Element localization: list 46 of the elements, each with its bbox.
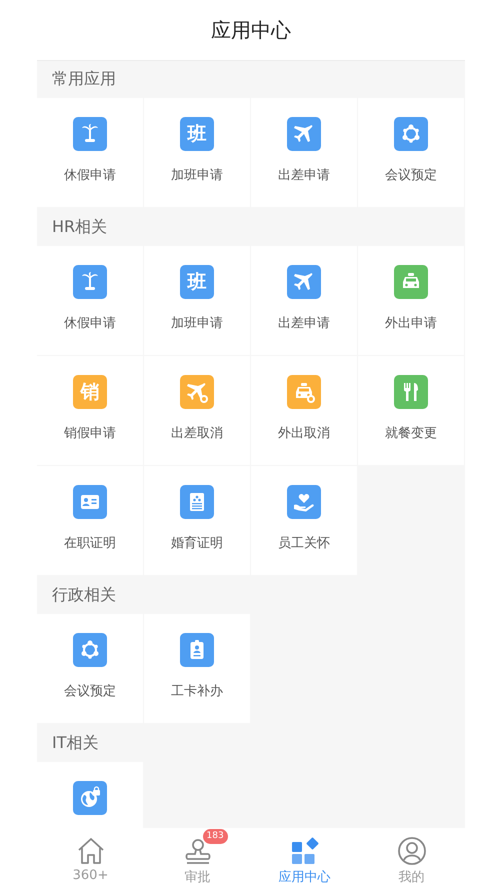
app-tile[interactable]: 出差申请 bbox=[251, 246, 357, 355]
home-icon bbox=[76, 836, 106, 866]
section-header: HR相关 bbox=[51, 216, 108, 238]
glyph-icon: 班 bbox=[180, 265, 214, 299]
app-label: 出差申请 bbox=[278, 315, 330, 332]
app-tile[interactable]: 销 销假申请 bbox=[37, 356, 143, 465]
app-label: 出差申请 bbox=[278, 167, 330, 184]
app-label: 在职证明 bbox=[64, 535, 116, 552]
app-label: 会议预定 bbox=[64, 683, 116, 700]
app-label: 就餐变更 bbox=[385, 425, 437, 442]
app-label: 销假申请 bbox=[64, 425, 116, 442]
app-label: 加班申请 bbox=[171, 315, 223, 332]
app-label: 员工关怀 bbox=[278, 535, 330, 552]
app-label: 会议预定 bbox=[385, 167, 437, 184]
app-tile[interactable]: 婚育证明 bbox=[144, 466, 250, 575]
glyph-icon: 销 bbox=[73, 375, 107, 409]
app-label: 休假申请 bbox=[64, 315, 116, 332]
app-tile[interactable]: 出差取消 bbox=[144, 356, 250, 465]
app-label: 外出申请 bbox=[385, 315, 437, 332]
section-header: IT相关 bbox=[51, 732, 100, 754]
app-tile[interactable]: 班 加班申请 bbox=[144, 98, 250, 207]
app-tile[interactable]: 外出申请 bbox=[358, 246, 464, 355]
count-badge: 183 bbox=[202, 829, 228, 844]
app-tile[interactable]: 会议预定 bbox=[37, 614, 143, 723]
app-label: 出差取消 bbox=[171, 425, 223, 442]
user-icon bbox=[396, 836, 426, 866]
app-label: 加班申请 bbox=[171, 167, 223, 184]
app-label: 工卡补办 bbox=[171, 683, 223, 700]
app-tile[interactable]: 休假申请 bbox=[37, 98, 143, 207]
app-tile[interactable]: 休假申请 bbox=[37, 246, 143, 355]
app-tile[interactable]: 外出取消 bbox=[251, 356, 357, 465]
app-tile[interactable]: 班 加班申请 bbox=[144, 246, 250, 355]
app-label: 婚育证明 bbox=[171, 534, 223, 552]
glyph-icon: 班 bbox=[180, 117, 214, 151]
app-tile[interactable]: 在职证明 bbox=[37, 466, 143, 575]
apps-icon bbox=[290, 836, 320, 866]
app-tile[interactable]: 就餐变更 bbox=[358, 356, 464, 465]
app-label: 休假申请 bbox=[64, 167, 116, 184]
app-tile[interactable]: 会议预定 bbox=[358, 98, 464, 207]
app-label: 外出取消 bbox=[278, 425, 330, 442]
app-tile[interactable]: 工卡补办 bbox=[144, 614, 250, 723]
section-header: 常用应用 bbox=[51, 68, 117, 90]
section-header: 行政相关 bbox=[51, 584, 117, 606]
page-title: 应用中心 bbox=[211, 16, 291, 44]
app-tile[interactable]: 员工关怀 bbox=[251, 466, 357, 575]
app-tile[interactable]: 出差申请 bbox=[251, 98, 357, 207]
